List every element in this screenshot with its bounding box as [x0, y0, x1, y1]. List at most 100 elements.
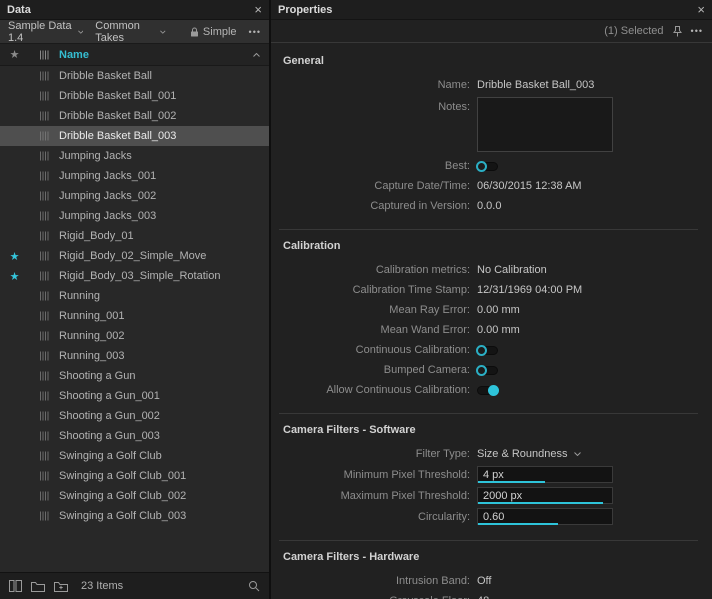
star-column-header[interactable]: ★	[0, 48, 29, 61]
mean-wand-error-value: 0.00 mm	[477, 324, 520, 336]
take-row[interactable]: Rigid_Body_01	[0, 226, 269, 246]
properties-subheader: (1) Selected •••	[271, 20, 712, 43]
open-session-folder-button[interactable]	[31, 581, 45, 592]
layout-view-button[interactable]	[9, 580, 22, 592]
take-row[interactable]: Jumping Jacks_001	[0, 166, 269, 186]
take-row[interactable]: Dribble Basket Ball_003	[0, 126, 269, 146]
property-row: Circularity:	[279, 506, 698, 527]
take-row[interactable]: Swinging a Golf Club_003	[0, 506, 269, 526]
take-row[interactable]: Dribble Basket Ball	[0, 66, 269, 86]
take-icon	[29, 191, 59, 201]
take-name: Rigid_Body_03_Simple_Rotation	[59, 270, 269, 282]
take-row[interactable]: Swinging a Golf Club_002	[0, 486, 269, 506]
take-icon	[29, 271, 59, 281]
minimum-pixel-threshold-input[interactable]	[478, 467, 612, 482]
slider-fill-bar[interactable]	[478, 502, 603, 504]
properties-panel-title: Properties	[278, 4, 332, 16]
take-row[interactable]: Shooting a Gun	[0, 366, 269, 386]
section-camera-filters-software: Camera Filters - SoftwareFilter Type:Siz…	[279, 413, 698, 527]
sort-ascending-icon[interactable]	[253, 53, 260, 57]
properties-panel-titlebar: Properties ×	[271, 0, 712, 20]
take-name: Dribble Basket Ball	[59, 70, 269, 82]
data-toolbar: Sample Data 1.4 Common Takes Simple •••	[0, 20, 269, 44]
take-name: Dribble Basket Ball_002	[59, 110, 269, 122]
take-icon	[29, 451, 59, 461]
bumped-camera-toggle[interactable]	[477, 366, 498, 375]
take-row[interactable]: ★ Rigid_Body_02_Simple_Move	[0, 246, 269, 266]
filter-type-dropdown[interactable]: Size & Roundness	[477, 448, 581, 460]
take-row[interactable]: Jumping Jacks_003	[0, 206, 269, 226]
take-row[interactable]: Running_001	[0, 306, 269, 326]
calibration-metrics-value: No Calibration	[477, 264, 547, 276]
properties-menu-button[interactable]: •••	[691, 26, 703, 36]
take-icon	[29, 471, 59, 481]
property-label: Captured in Version:	[279, 200, 477, 212]
property-label: Mean Ray Error:	[279, 304, 477, 316]
take-icon	[29, 351, 59, 361]
property-label: Circularity:	[279, 511, 477, 523]
property-label: Minimum Pixel Threshold:	[279, 469, 477, 481]
property-label: Filter Type:	[279, 448, 477, 460]
property-label: Notes:	[279, 97, 477, 117]
add-session-folder-button[interactable]	[54, 581, 68, 592]
take-icon	[29, 371, 59, 381]
take-row[interactable]: Jumping Jacks	[0, 146, 269, 166]
best-toggle[interactable]	[477, 162, 498, 171]
take-icon	[29, 411, 59, 421]
chevron-down-icon	[160, 30, 166, 34]
search-icon	[248, 580, 260, 592]
take-name: Swinging a Golf Club_003	[59, 510, 269, 522]
mode-label: Simple	[203, 26, 237, 38]
allow-continuous-calibration-toggle[interactable]	[477, 386, 498, 395]
notes-textarea[interactable]	[477, 97, 613, 152]
take-icon	[29, 131, 59, 141]
take-row[interactable]: Running_002	[0, 326, 269, 346]
close-icon[interactable]: ×	[697, 3, 705, 16]
take-row[interactable]: Dribble Basket Ball_002	[0, 106, 269, 126]
take-row[interactable]: Jumping Jacks_002	[0, 186, 269, 206]
property-label: Allow Continuous Calibration:	[279, 384, 477, 396]
take-name: Swinging a Golf Club	[59, 450, 269, 462]
take-name: Shooting a Gun_003	[59, 430, 269, 442]
slider-fill-bar[interactable]	[478, 523, 558, 525]
toggle-knob	[476, 365, 487, 376]
take-row[interactable]: Shooting a Gun_003	[0, 426, 269, 446]
take-row[interactable]: Shooting a Gun_002	[0, 406, 269, 426]
circularity-input[interactable]	[478, 509, 612, 524]
favorite-star-icon[interactable]: ★	[0, 250, 29, 263]
take-group-dropdown[interactable]: Common Takes	[95, 20, 166, 44]
property-label: Calibration Time Stamp:	[279, 284, 477, 296]
property-row: Calibration Time Stamp:12/31/1969 04:00 …	[279, 280, 698, 300]
favorite-star-icon[interactable]: ★	[0, 270, 29, 283]
take-name: Jumping Jacks_003	[59, 210, 269, 222]
take-row[interactable]: Running	[0, 286, 269, 306]
maximum-pixel-threshold-input[interactable]	[478, 488, 612, 503]
take-row[interactable]: Swinging a Golf Club_001	[0, 466, 269, 486]
name-column-header[interactable]: Name	[59, 49, 253, 61]
simple-advanced-mode-toggle[interactable]: Simple	[190, 26, 237, 38]
take-row[interactable]: Running_003	[0, 346, 269, 366]
data-menu-button[interactable]: •••	[249, 27, 261, 37]
search-button[interactable]	[248, 580, 260, 592]
take-row[interactable]: Dribble Basket Ball_001	[0, 86, 269, 106]
take-icon	[29, 251, 59, 261]
maximum-pixel-threshold-field	[477, 487, 613, 504]
pin-properties-button[interactable]	[673, 26, 682, 37]
take-icon	[29, 431, 59, 441]
property-label: Maximum Pixel Threshold:	[279, 490, 477, 502]
property-row: Intrusion Band:Off	[279, 571, 698, 591]
take-name: Shooting a Gun_002	[59, 410, 269, 422]
section-title: General	[283, 55, 698, 67]
take-row[interactable]: Shooting a Gun_001	[0, 386, 269, 406]
session-dropdown[interactable]: Sample Data 1.4	[8, 20, 83, 44]
take-name: Swinging a Golf Club_001	[59, 470, 269, 482]
take-name: Jumping Jacks	[59, 150, 269, 162]
take-row[interactable]: ★ Rigid_Body_03_Simple_Rotation	[0, 266, 269, 286]
session-dropdown-label: Sample Data 1.4	[8, 20, 74, 44]
continuous-calibration-toggle[interactable]	[477, 346, 498, 355]
take-row[interactable]: Swinging a Golf Club	[0, 446, 269, 466]
take-icon-column-header[interactable]	[29, 50, 59, 60]
slider-fill-bar[interactable]	[478, 481, 545, 483]
close-icon[interactable]: ×	[254, 3, 262, 16]
properties-panel: Properties × (1) Selected ••• GeneralNam…	[271, 0, 712, 599]
